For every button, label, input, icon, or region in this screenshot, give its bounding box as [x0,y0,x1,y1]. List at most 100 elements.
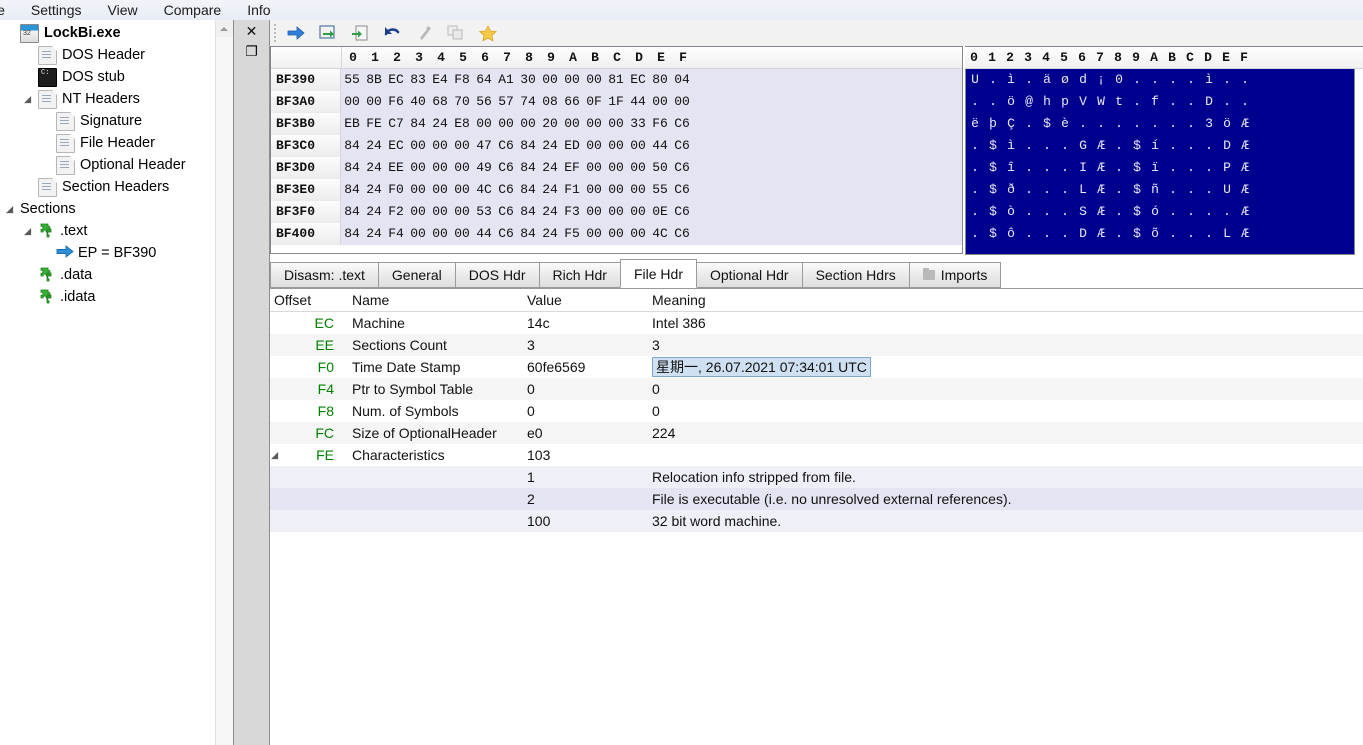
menu-item-settings[interactable]: Settings [18,0,95,20]
hex-row-bytes[interactable]: 8424F400000044C68424F50000004CC6 [341,223,962,245]
hex-byte[interactable]: 4C [649,223,671,245]
ascii-char[interactable]: . [1182,91,1200,113]
hex-byte[interactable]: 00 [429,135,451,157]
ascii-char[interactable]: U [1218,179,1236,201]
tree-item-optional-header[interactable]: Optional Header [0,154,215,176]
tab-dos-hdr[interactable]: DOS Hdr [455,262,540,288]
cell-value[interactable]: 60fe6569 [523,356,648,378]
tab-optional-hdr[interactable]: Optional Hdr [696,262,803,288]
hex-byte[interactable]: 00 [407,179,429,201]
tree-item-dos-stub[interactable]: DOS stub [0,66,215,88]
hex-byte[interactable]: 0F [583,91,605,113]
ascii-char[interactable]: Æ [1092,135,1110,157]
hex-byte[interactable]: 4C [473,179,495,201]
hex-byte[interactable]: 00 [539,69,561,91]
ascii-char[interactable]: p [1056,91,1074,113]
ascii-char[interactable]: ô [1002,223,1020,245]
ascii-char[interactable]: G [1074,135,1092,157]
hex-byte[interactable]: C7 [385,113,407,135]
ascii-row[interactable]: .$ô...DÆ.$õ...LÆ [966,223,1354,245]
ascii-char[interactable]: . [966,157,984,179]
ascii-char[interactable]: . [984,69,1002,91]
ascii-char[interactable]: d [1074,69,1092,91]
ascii-char[interactable]: . [1020,135,1038,157]
hex-byte[interactable]: 24 [363,201,385,223]
go-to-entrypoint-icon[interactable] [284,21,308,45]
ascii-char[interactable]: $ [1038,113,1056,135]
tab-file-hdr[interactable]: File Hdr [620,259,697,288]
hex-byte[interactable]: 00 [627,179,649,201]
ascii-char[interactable]: . [1110,201,1128,223]
ascii-char[interactable]: $ [1128,135,1146,157]
cell-value[interactable]: 0 [523,400,648,422]
ascii-char[interactable]: . [1020,113,1038,135]
table-row[interactable]: 1Relocation info stripped from file. [270,466,1363,488]
cell-meaning[interactable]: 32 bit word machine. [648,510,1363,532]
ascii-char[interactable]: . [966,91,984,113]
save-to-file-icon[interactable] [348,21,372,45]
ascii-char[interactable]: . [1164,201,1182,223]
column-header-meaning[interactable]: Meaning [648,292,1363,308]
ascii-char[interactable]: D [1074,223,1092,245]
cell-meaning[interactable] [648,444,1363,466]
ascii-char[interactable]: ï [1146,157,1164,179]
hex-byte[interactable]: 24 [363,157,385,179]
hex-row-bytes[interactable]: 8424EC00000047C68424ED00000044C6 [341,135,962,157]
hex-byte[interactable]: 24 [539,179,561,201]
ascii-char[interactable]: . [1164,179,1182,201]
hex-row[interactable]: BF390558BEC83E4F864A13000000081EC8004 [271,69,962,91]
ascii-char[interactable]: D [1200,91,1218,113]
ascii-char[interactable]: ë [966,113,984,135]
ascii-char[interactable]: . [1182,157,1200,179]
ascii-char[interactable]: $ [984,179,1002,201]
ascii-char[interactable]: . [1164,91,1182,113]
cell-value[interactable]: e0 [523,422,648,444]
ascii-char[interactable]: . [966,223,984,245]
hex-byte[interactable]: 00 [583,157,605,179]
hex-byte[interactable]: 00 [605,157,627,179]
ascii-row[interactable]: U.ì.äød¡0....ì.. [966,69,1354,91]
ascii-char[interactable]: . [1020,69,1038,91]
ascii-row[interactable]: .$î...IÆ.$ï...PÆ [966,157,1354,179]
hex-byte[interactable]: 00 [583,223,605,245]
table-row[interactable]: F8Num. of Symbols00 [270,400,1363,422]
hex-row[interactable]: BF3E08424F00000004CC68424F100000055C6 [271,179,962,201]
tree-item-ep-bf390[interactable]: EP = BF390 [0,242,215,264]
ascii-char[interactable]: Æ [1092,179,1110,201]
ascii-char[interactable]: $ [984,223,1002,245]
ascii-char[interactable]: L [1218,223,1236,245]
ascii-char[interactable]: . [1020,157,1038,179]
hex-byte[interactable]: 00 [605,223,627,245]
ascii-row[interactable]: .$ò...SÆ.$ó....Æ [966,201,1354,223]
ascii-char[interactable]: . [1056,223,1074,245]
ascii-char[interactable]: . [1020,179,1038,201]
ascii-char[interactable]: . [1038,135,1056,157]
close-icon[interactable]: ✕ [241,22,262,42]
hex-byte[interactable]: 00 [429,223,451,245]
ascii-row[interactable]: .$ì...GÆ.$í...DÆ [966,135,1354,157]
hex-byte[interactable]: E8 [451,113,473,135]
ascii-char[interactable]: . [1056,201,1074,223]
ascii-char[interactable]: . [966,135,984,157]
hex-byte[interactable]: 00 [517,113,539,135]
cell-meaning[interactable]: 星期一, 26.07.2021 07:34:01 UTC [648,356,1363,378]
ascii-char[interactable]: $ [1128,201,1146,223]
hex-byte[interactable]: 24 [363,179,385,201]
tree-item-idata[interactable]: .idata [0,286,215,308]
cell-meaning[interactable]: File is executable (i.e. no unresolved e… [648,488,1363,510]
ascii-char[interactable]: . [1200,223,1218,245]
selected-meaning-value[interactable]: 星期一, 26.07.2021 07:34:01 UTC [652,357,871,377]
table-row[interactable]: F4Ptr to Symbol Table00 [270,378,1363,400]
table-row[interactable]: FECharacteristics103 [270,444,1363,466]
ascii-char[interactable]: ð [1002,179,1020,201]
cell-meaning[interactable]: Intel 386 [648,312,1363,334]
hex-byte[interactable]: 00 [363,91,385,113]
hex-byte[interactable]: 00 [627,223,649,245]
hex-byte[interactable]: 00 [605,201,627,223]
ascii-char[interactable]: è [1056,113,1074,135]
hex-byte[interactable]: FE [363,113,385,135]
hex-byte[interactable]: 1F [605,91,627,113]
hex-row[interactable]: BF3F08424F200000053C68424F30000000EC6 [271,201,962,223]
hex-row-bytes[interactable]: 558BEC83E4F864A13000000081EC8004 [341,69,962,91]
hex-byte[interactable]: C6 [495,135,517,157]
